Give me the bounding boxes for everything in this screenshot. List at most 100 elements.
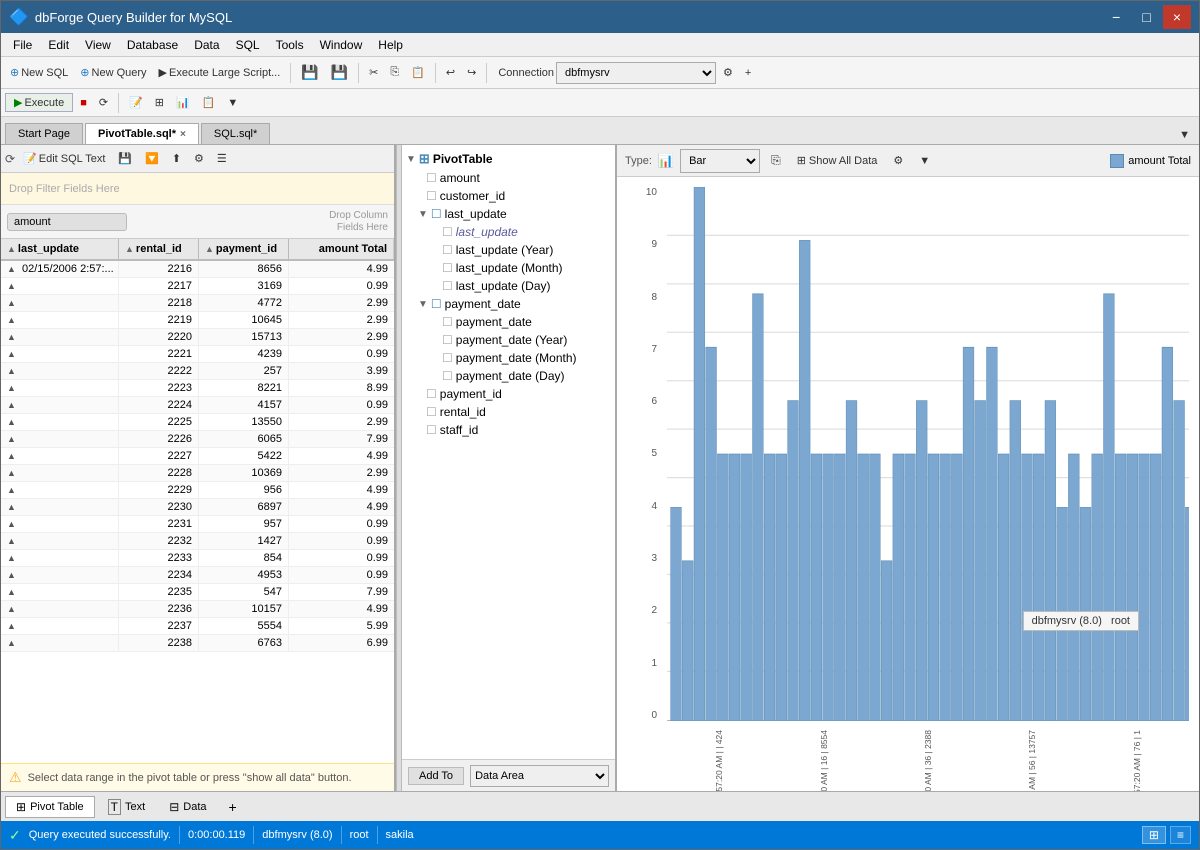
chart-bar[interactable] <box>1022 454 1033 721</box>
tab-pivot-close[interactable]: × <box>180 129 186 140</box>
paste-button[interactable]: 📋 <box>406 63 430 82</box>
chart-bar[interactable] <box>846 401 857 721</box>
tree-node-payment-date-year[interactable]: ☐ payment_date (Year) <box>402 331 615 349</box>
chart-bar[interactable] <box>1174 401 1185 721</box>
copy-button[interactable]: ⎘ <box>385 63 404 82</box>
execute-large-button[interactable]: ▶ Execute Large Script... <box>154 63 286 82</box>
chart-type-select[interactable]: Bar Line Pie <box>680 149 760 173</box>
btab-text[interactable]: T Text <box>97 795 157 819</box>
chart-bar[interactable] <box>1104 294 1115 721</box>
table-row[interactable]: ▲ 2222 257 3.99 <box>1 363 394 380</box>
chart-bar[interactable] <box>1150 454 1161 721</box>
close-button[interactable]: × <box>1163 5 1191 29</box>
btab-add[interactable]: + <box>220 795 246 819</box>
save-all-button[interactable]: 💾 <box>326 61 353 84</box>
expand-btn[interactable]: ▲ <box>7 485 16 495</box>
chart-bar[interactable] <box>717 454 728 721</box>
table-row[interactable]: ▲ 2230 6897 4.99 <box>1 499 394 516</box>
tab-start-page[interactable]: Start Page <box>5 123 83 144</box>
chart-bar[interactable] <box>975 401 986 721</box>
menu-tools[interactable]: Tools <box>268 36 312 54</box>
menu-edit[interactable]: Edit <box>40 36 77 54</box>
table-row[interactable]: ▲ 2235 547 7.99 <box>1 584 394 601</box>
expand-btn[interactable]: ▲ <box>7 383 16 393</box>
tree-node-payment-date-group[interactable]: ▼ ☐ payment_date <box>402 295 615 313</box>
btab-data[interactable]: ⊟ Data <box>158 796 217 818</box>
data-area-select[interactable]: Data Area Row Area Column Area Filter Ar… <box>470 765 609 787</box>
expand-btn[interactable]: ▲ <box>7 468 16 478</box>
chart-bar[interactable] <box>834 454 845 721</box>
plan-button[interactable]: 📋 <box>197 93 221 112</box>
chart-bar[interactable] <box>753 294 764 721</box>
chart-bar[interactable] <box>1033 454 1044 721</box>
tree-node-last-update-year[interactable]: ☐ last_update (Year) <box>402 241 615 259</box>
chart-settings-button[interactable]: ⚙ <box>888 151 908 170</box>
menu-view[interactable]: View <box>77 36 119 54</box>
expand-btn[interactable]: ▲ <box>7 451 16 461</box>
pivot-filter-button[interactable]: 🔽 <box>140 149 164 168</box>
chart-bar[interactable] <box>1162 347 1173 721</box>
table-row[interactable]: ▲ 2224 4157 0.99 <box>1 397 394 414</box>
chart-bar[interactable] <box>1127 454 1138 721</box>
chart-bar[interactable] <box>870 454 881 721</box>
cut-button[interactable]: ✂ <box>364 63 383 82</box>
menu-help[interactable]: Help <box>370 36 411 54</box>
chart-bar[interactable] <box>1068 454 1079 721</box>
show-all-data-button[interactable]: ⊞ Show All Data <box>792 151 883 170</box>
chart-bar[interactable] <box>1139 454 1150 721</box>
pivot-save-button[interactable]: 💾 <box>113 149 137 168</box>
chart-bar[interactable] <box>1185 507 1189 721</box>
tree-node-payment-id[interactable]: ☐ payment_id <box>402 385 615 403</box>
table-row[interactable]: ▲ 2234 4953 0.99 <box>1 567 394 584</box>
tab-pivot-table[interactable]: PivotTable.sql* × <box>85 123 199 144</box>
grid-button[interactable]: ⊞ <box>150 93 169 112</box>
tree-root[interactable]: ▼ ⊞ PivotTable <box>402 149 615 169</box>
expand-btn[interactable]: ▲ <box>7 332 16 342</box>
chart-bar[interactable] <box>1010 401 1021 721</box>
expand-btn[interactable]: ▲ <box>7 349 16 359</box>
add-to-button[interactable]: Add To <box>408 767 464 785</box>
refresh-button[interactable]: ⟳ <box>94 93 113 112</box>
chart-bar[interactable] <box>951 454 962 721</box>
expand-btn[interactable]: ▲ <box>7 298 16 308</box>
connection-add-button[interactable]: + <box>740 64 756 82</box>
expand-btn[interactable]: ▲ <box>7 434 16 444</box>
expand-btn[interactable]: ▲ <box>7 553 16 563</box>
chart-bar[interactable] <box>940 454 951 721</box>
format-button[interactable]: 📝 <box>124 93 148 112</box>
menu-window[interactable]: Window <box>312 36 371 54</box>
expand-btn[interactable]: ▲ <box>7 536 16 546</box>
chart-bar[interactable] <box>916 401 927 721</box>
tree-node-customer-id[interactable]: ☐ customer_id <box>402 187 615 205</box>
more-button[interactable]: ▼ <box>222 94 243 112</box>
table-row[interactable]: ▲ 2220 15713 2.99 <box>1 329 394 346</box>
expand-btn[interactable]: ▲ <box>7 570 16 580</box>
chart-bar[interactable] <box>928 454 939 721</box>
table-row[interactable]: ▲ 2233 854 0.99 <box>1 550 394 567</box>
table-row[interactable]: ▲ 2225 13550 2.99 <box>1 414 394 431</box>
table-row[interactable]: ▲ 2217 3169 0.99 <box>1 278 394 295</box>
menu-database[interactable]: Database <box>119 36 186 54</box>
chart-bar[interactable] <box>706 347 717 721</box>
tree-node-last-update-date[interactable]: ☐ last_update <box>402 223 615 241</box>
expand-btn[interactable]: ▲ <box>7 264 16 274</box>
tree-node-last-update-day[interactable]: ☐ last_update (Day) <box>402 277 615 295</box>
view-mode-button2[interactable]: ≡ <box>1170 826 1191 844</box>
expand-btn[interactable]: ▲ <box>7 519 16 529</box>
pivot-sort-button[interactable]: ⬆ <box>167 149 186 168</box>
chart-bar[interactable] <box>776 454 787 721</box>
connection-select[interactable]: dbfmysrv <box>556 62 716 84</box>
chart-bar[interactable] <box>998 454 1009 721</box>
chart-bar[interactable] <box>799 240 810 721</box>
filter-drop-zone[interactable]: Drop Filter Fields Here <box>1 173 394 205</box>
tree-node-last-update-month[interactable]: ☐ last_update (Month) <box>402 259 615 277</box>
stop-button[interactable]: ■ <box>75 94 92 112</box>
tree-node-payment-date-day[interactable]: ☐ payment_date (Day) <box>402 367 615 385</box>
table-row[interactable]: ▲ 2221 4239 0.99 <box>1 346 394 363</box>
expand-btn[interactable]: ▲ <box>7 502 16 512</box>
table-row[interactable]: ▲ 2218 4772 2.99 <box>1 295 394 312</box>
table-row[interactable]: ▲ 02/15/2006 2:57:... 2216 8656 4.99 <box>1 261 394 278</box>
new-query-button[interactable]: ⊕ New Query <box>75 63 151 82</box>
pivot-list-button[interactable]: ☰ <box>212 149 232 168</box>
menu-file[interactable]: File <box>5 36 40 54</box>
